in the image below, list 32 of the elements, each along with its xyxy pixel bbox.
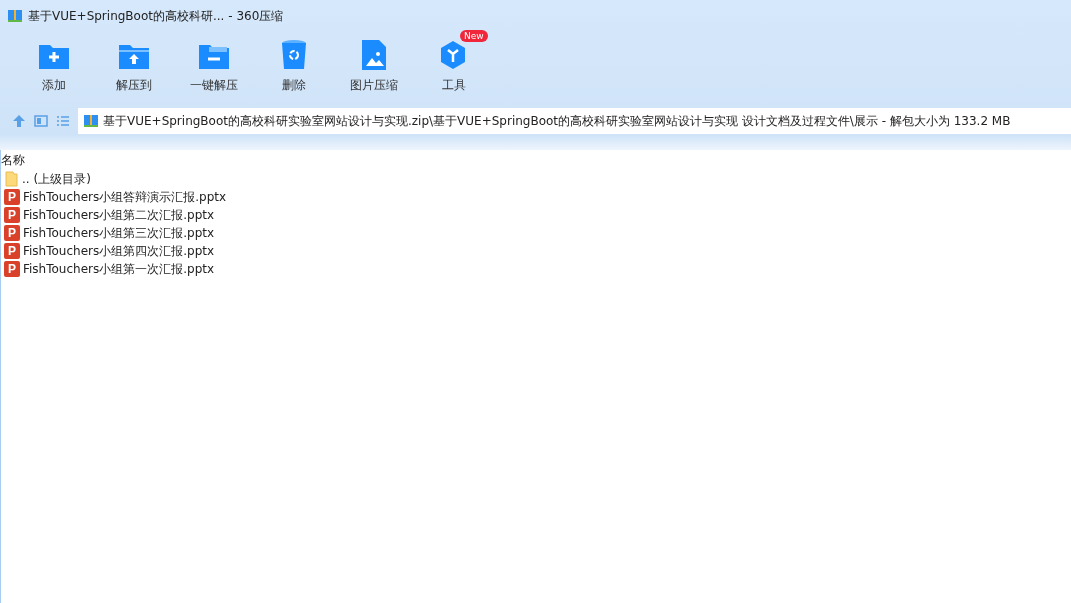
folder-upload-icon <box>117 43 151 71</box>
recycle-bin-icon <box>281 39 307 71</box>
image-file-icon <box>361 39 387 71</box>
file-name[interactable]: FishTouchers小组答辩演示汇报.pptx <box>23 188 227 206</box>
toolbar-button[interactable]: 图片压缩 <box>334 32 414 100</box>
file-name[interactable]: FishTouchers小组第二次汇报.pptx <box>23 206 215 224</box>
toolbar-button[interactable]: 一键解压 <box>174 32 254 100</box>
archive-app-icon <box>7 8 23 24</box>
presentation-file-icon: P <box>4 189 20 205</box>
file-name[interactable]: .. (上级目录) <box>22 170 91 188</box>
folder-minus-icon <box>197 43 231 71</box>
toolbar-button[interactable]: 删除 <box>254 32 334 100</box>
toolbar-button[interactable]: 添加 <box>14 32 94 100</box>
archive-icon <box>83 113 99 129</box>
up-arrow-icon[interactable] <box>12 114 26 128</box>
list-view-icon[interactable] <box>56 115 70 127</box>
column-header[interactable]: 名称 <box>1 150 1071 168</box>
presentation-file-icon: P <box>4 261 20 277</box>
file-name[interactable]: FishTouchers小组第四次汇报.pptx <box>23 242 215 260</box>
file-name[interactable]: FishTouchers小组第一次汇报.pptx <box>23 260 215 278</box>
presentation-file-icon: P <box>4 225 20 241</box>
address-bar[interactable]: 基于VUE+SpringBoot的高校科研实验室网站设计与实现.zip\基于VUE+SpringBoot的高校科研实验室网站设计与实现 设计文档及过程文件\展示 - 解包大小为 133.2 MB <box>78 108 1071 134</box>
presentation-file-icon: P <box>4 243 20 259</box>
file-name[interactable]: FishTouchers小组第三次汇报.pptx <box>23 224 215 242</box>
folder-icon <box>4 171 19 187</box>
presentation-file-icon: P <box>4 207 20 223</box>
new-badge: New <box>460 30 488 42</box>
toolbar-button[interactable]: New 工具 <box>414 32 494 100</box>
folder-plus-icon <box>37 43 71 71</box>
toolbar-button[interactable]: 解压到 <box>94 32 174 100</box>
window-title: 基于VUE+SpringBoot的高校科研... - 360压缩 <box>28 7 284 25</box>
thumbnail-view-icon[interactable] <box>34 115 48 127</box>
